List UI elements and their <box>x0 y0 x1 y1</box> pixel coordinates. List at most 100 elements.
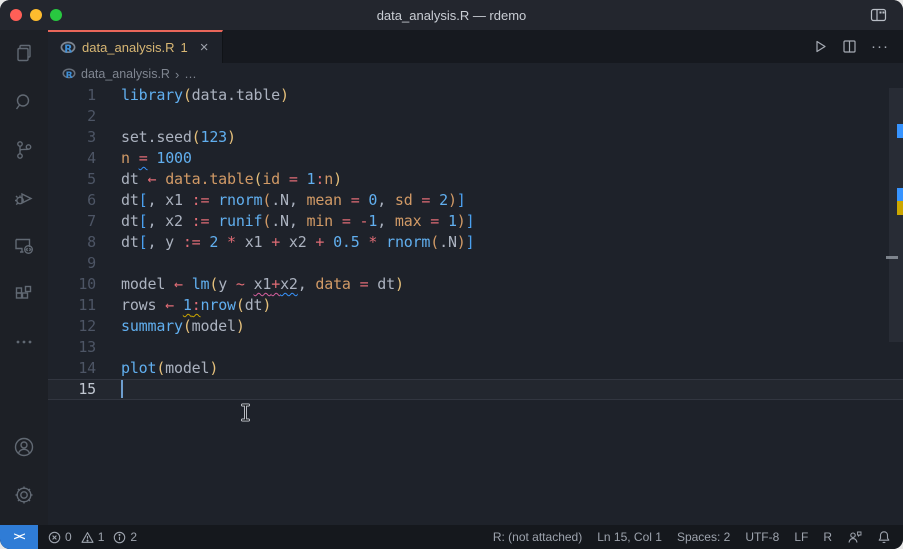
notifications-bell-icon[interactable] <box>877 530 891 544</box>
zoom-window-button[interactable] <box>50 9 62 21</box>
tab-problem-badge: 1 <box>181 40 188 55</box>
code-token: runif <box>218 212 262 230</box>
code-line-text[interactable] <box>97 379 123 400</box>
code-token <box>218 233 227 251</box>
feedback-icon[interactable] <box>847 530 862 544</box>
code-token <box>439 212 448 230</box>
code-token: ( <box>183 86 192 104</box>
code-line: 6dt[, x1 := rnorm(.N, mean = 0, sd = 2)] <box>48 190 903 211</box>
code-token <box>280 170 289 188</box>
code-token <box>351 275 360 293</box>
code-line: 10model ← lm(y ~ x1+x2, data = dt) <box>48 274 903 295</box>
tab-data-analysis[interactable]: R data_analysis.R 1 × <box>48 30 223 63</box>
line-number: 14 <box>48 358 97 379</box>
code-line-text[interactable]: dt ← data.table(id = 1:n) <box>97 169 342 190</box>
code-token: 1 <box>448 212 457 230</box>
code-token: = <box>421 191 430 209</box>
line-number: 2 <box>48 106 97 127</box>
code-line-text[interactable]: n = 1000 <box>97 148 192 169</box>
code-token: id <box>262 170 280 188</box>
close-window-button[interactable] <box>10 9 22 21</box>
run-debug-icon[interactable] <box>0 174 48 222</box>
encoding-status[interactable]: UTF-8 <box>745 530 779 544</box>
breadcrumb-file[interactable]: data_analysis.R <box>81 67 170 81</box>
code-token: ) <box>209 359 218 377</box>
extensions-icon[interactable] <box>0 270 48 318</box>
overview-ruler-mark-info <box>897 124 903 138</box>
code-line: 15 <box>48 379 903 400</box>
code-line-text[interactable]: dt[, y := 2 * x1 + x2 + 0.5 * rnorm(.N)] <box>97 232 474 253</box>
more-views-icon[interactable] <box>0 318 48 366</box>
code-token: model <box>121 275 174 293</box>
breadcrumb-symbol[interactable]: … <box>184 67 197 81</box>
code-line-text[interactable]: model ← lm(y ~ x1+x2, data = dt) <box>97 274 404 295</box>
code-token: = <box>351 191 360 209</box>
settings-gear-icon[interactable] <box>0 471 48 519</box>
code-token: ( <box>183 317 192 335</box>
split-editor-icon[interactable] <box>842 39 857 54</box>
code-token: x1 <box>236 233 271 251</box>
code-line-text[interactable]: dt[, x2 := runif(.N, min = -1, max = 1)] <box>97 211 474 232</box>
minimize-window-button[interactable] <box>30 9 42 21</box>
eol-status[interactable]: LF <box>794 530 808 544</box>
language-mode-status[interactable]: R <box>823 530 832 544</box>
code-token: ) <box>395 275 404 293</box>
accounts-icon[interactable] <box>0 423 48 471</box>
code-line: 11rows ← 1:nrow(dt) <box>48 295 903 316</box>
code-token: x1 <box>254 275 272 293</box>
code-token: 1 <box>368 212 377 230</box>
code-token: dt <box>121 233 139 251</box>
code-token <box>351 212 360 230</box>
explorer-icon[interactable] <box>0 30 48 78</box>
cursor-position-status[interactable]: Ln 15, Col 1 <box>597 530 662 544</box>
line-number: 10 <box>48 274 97 295</box>
line-number: 4 <box>48 148 97 169</box>
code-token: + <box>315 233 324 251</box>
titlebar: data_analysis.R — rdemo <box>0 0 903 30</box>
line-number: 1 <box>48 85 97 106</box>
code-token: ) <box>262 296 271 314</box>
code-line-text[interactable]: rows ← 1:nrow(dt) <box>97 295 271 316</box>
code-line: 3set.seed(123) <box>48 127 903 148</box>
code-token: * <box>368 233 377 251</box>
more-actions-icon[interactable]: ··· <box>871 42 889 52</box>
code-token: rnorm <box>218 191 262 209</box>
code-token: dt <box>121 170 148 188</box>
r-session-status[interactable]: R: (not attached) <box>493 530 582 544</box>
overview-ruler-mark-info <box>897 188 903 201</box>
code-token: 2 <box>209 233 218 251</box>
code-token: [ <box>139 191 148 209</box>
code-line-text[interactable]: set.seed(123) <box>97 127 236 148</box>
problems-status[interactable]: 0 1 2 <box>48 530 142 544</box>
code-token: ( <box>430 233 439 251</box>
indentation-status[interactable]: Spaces: 2 <box>677 530 730 544</box>
code-token: ) <box>236 317 245 335</box>
code-line: 14plot(model) <box>48 358 903 379</box>
tab-close-icon[interactable]: × <box>200 39 209 56</box>
code-line-text[interactable] <box>97 106 121 127</box>
code-line-text[interactable] <box>97 337 121 358</box>
code-line-text[interactable]: summary(model) <box>97 316 245 337</box>
editor-group: R data_analysis.R 1 × ··· <box>48 30 903 525</box>
code-line-text[interactable]: plot(model) <box>97 358 218 379</box>
line-number: 12 <box>48 316 97 337</box>
line-number: 9 <box>48 253 97 274</box>
code-editor[interactable]: 1library(data.table)23set.seed(123)4n = … <box>48 85 903 525</box>
code-token <box>324 233 333 251</box>
search-icon[interactable] <box>0 78 48 126</box>
line-number: 15 <box>48 379 97 400</box>
customize-layout-icon[interactable] <box>870 7 887 23</box>
code-token: ( <box>262 212 271 230</box>
code-token: , <box>298 275 316 293</box>
source-control-icon[interactable] <box>0 126 48 174</box>
code-token: = <box>342 212 351 230</box>
code-line-text[interactable] <box>97 253 121 274</box>
remote-indicator[interactable]: >< <box>0 525 38 549</box>
code-line-text[interactable]: dt[, x1 := rnorm(.N, mean = 0, sd = 2)] <box>97 190 466 211</box>
code-token <box>130 149 139 167</box>
remote-explorer-icon[interactable] <box>0 222 48 270</box>
code-token <box>209 212 218 230</box>
code-token: ( <box>209 275 218 293</box>
code-line-text[interactable]: library(data.table) <box>97 85 289 106</box>
run-file-icon[interactable] <box>813 39 828 54</box>
